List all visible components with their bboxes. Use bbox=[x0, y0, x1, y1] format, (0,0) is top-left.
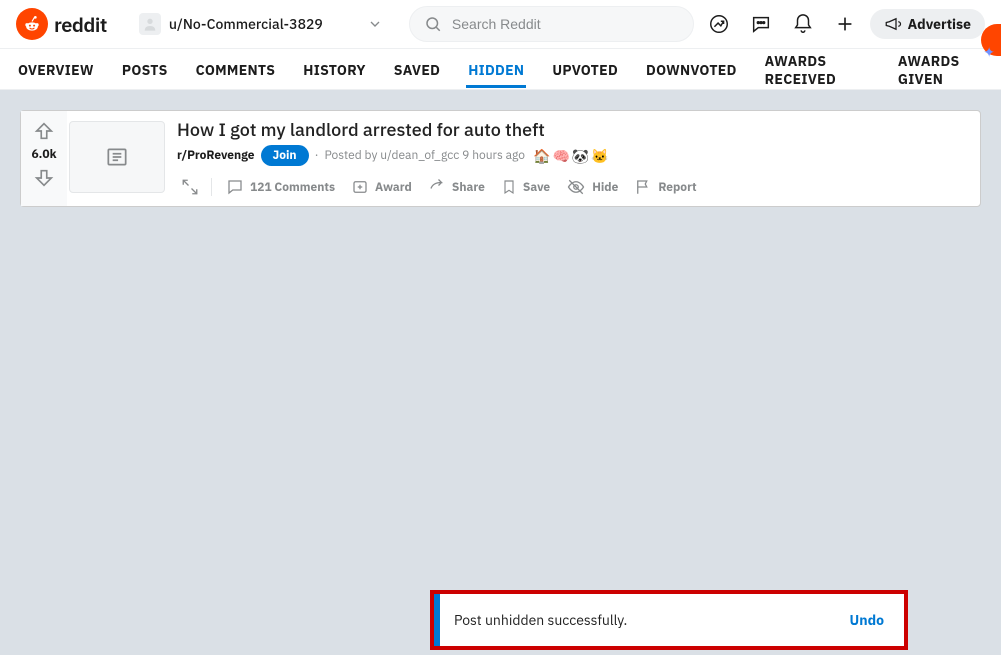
create-post-icon[interactable] bbox=[828, 7, 862, 41]
profile-tabs: OVERVIEW POSTS COMMENTS HISTORY SAVED HIDDEN U… bbox=[0, 49, 1001, 90]
hide-action[interactable]: Hide bbox=[560, 174, 624, 200]
award-badge[interactable]: 🐼 bbox=[572, 147, 589, 165]
meta-separator: · bbox=[315, 148, 319, 163]
expand-icon[interactable] bbox=[177, 174, 203, 200]
post-subreddit[interactable]: r/ProRevenge bbox=[177, 148, 255, 163]
award-badge[interactable]: 🧠 bbox=[552, 147, 569, 165]
action-separator bbox=[211, 178, 212, 196]
toast-message: Post unhidden successfully. bbox=[454, 611, 850, 629]
award-badge[interactable]: 🐱 bbox=[591, 147, 608, 165]
award-action[interactable]: Award bbox=[345, 174, 418, 200]
post-awards[interactable]: 🏠🧠🐼🐱 bbox=[531, 147, 609, 165]
save-action[interactable]: Save bbox=[495, 174, 556, 200]
search-bar[interactable] bbox=[409, 6, 694, 42]
post-meta: r/ProRevenge Join · Posted by u/dean_of_… bbox=[177, 145, 970, 166]
post-time: 9 hours ago bbox=[462, 148, 525, 163]
logo[interactable]: reddit bbox=[16, 8, 107, 40]
post-card[interactable]: 6.0k How I got my landlord arrested for … bbox=[20, 110, 981, 207]
notifications-icon[interactable] bbox=[786, 7, 820, 41]
upvote-button[interactable] bbox=[32, 119, 56, 143]
award-badge[interactable]: 🏠 bbox=[533, 147, 550, 165]
megaphone-icon bbox=[884, 15, 902, 33]
profile-nav-username: u/No-Commercial-3829 bbox=[169, 15, 323, 33]
tab-saved[interactable]: SAVED bbox=[392, 50, 442, 88]
tab-history[interactable]: HISTORY bbox=[301, 50, 367, 88]
posted-by-label: Posted by u/dean_of_gcc 9 hours ago bbox=[324, 148, 525, 163]
tab-awards-received[interactable]: AWARDS RECEIVED bbox=[763, 41, 872, 97]
chevron-down-icon bbox=[367, 16, 383, 32]
tab-comments[interactable]: COMMENTS bbox=[194, 50, 278, 88]
profile-avatar-icon bbox=[139, 13, 161, 35]
chat-icon[interactable] bbox=[744, 7, 778, 41]
post-thumbnail[interactable] bbox=[69, 121, 165, 193]
tab-overview[interactable]: OVERVIEW bbox=[16, 50, 96, 88]
downvote-button[interactable] bbox=[32, 166, 56, 190]
tab-upvoted[interactable]: UPVOTED bbox=[550, 50, 620, 88]
join-button[interactable]: Join bbox=[261, 145, 309, 166]
tab-hidden[interactable]: HIDDEN bbox=[466, 50, 526, 88]
post-title[interactable]: How I got my landlord arrested for auto … bbox=[177, 119, 970, 141]
post-actions: 121 Comments Award Share Save Hide bbox=[177, 174, 970, 200]
profile-nav-dropdown[interactable]: u/No-Commercial-3829 bbox=[131, 9, 391, 39]
sparkle-icon: ✦ bbox=[983, 43, 995, 61]
toast-undo-button[interactable]: Undo bbox=[850, 611, 884, 629]
post-body: How I got my landlord arrested for auto … bbox=[173, 111, 980, 206]
search-icon bbox=[424, 15, 442, 33]
report-action[interactable]: Report bbox=[628, 174, 702, 200]
reddit-wordmark: reddit bbox=[54, 11, 107, 38]
toast-accent bbox=[434, 594, 440, 646]
advertise-button[interactable]: Advertise bbox=[870, 9, 985, 39]
advertise-label: Advertise bbox=[908, 15, 971, 33]
tab-posts[interactable]: POSTS bbox=[120, 50, 170, 88]
tab-awards-given[interactable]: AWARDS GIVEN bbox=[896, 41, 985, 97]
vote-column: 6.0k bbox=[21, 111, 67, 206]
content-area: 6.0k How I got my landlord arrested for … bbox=[0, 90, 1001, 227]
tab-downvoted[interactable]: DOWNVOTED bbox=[644, 50, 739, 88]
vote-score: 6.0k bbox=[31, 147, 56, 162]
toast-notification: Post unhidden successfully. Undo bbox=[430, 590, 908, 650]
comments-action[interactable]: 121 Comments bbox=[220, 174, 341, 200]
share-action[interactable]: Share bbox=[422, 174, 491, 200]
post-author[interactable]: u/dean_of_gcc bbox=[380, 148, 459, 163]
popular-icon[interactable] bbox=[702, 7, 736, 41]
search-input[interactable] bbox=[450, 15, 679, 33]
reddit-logo-icon bbox=[16, 8, 48, 40]
